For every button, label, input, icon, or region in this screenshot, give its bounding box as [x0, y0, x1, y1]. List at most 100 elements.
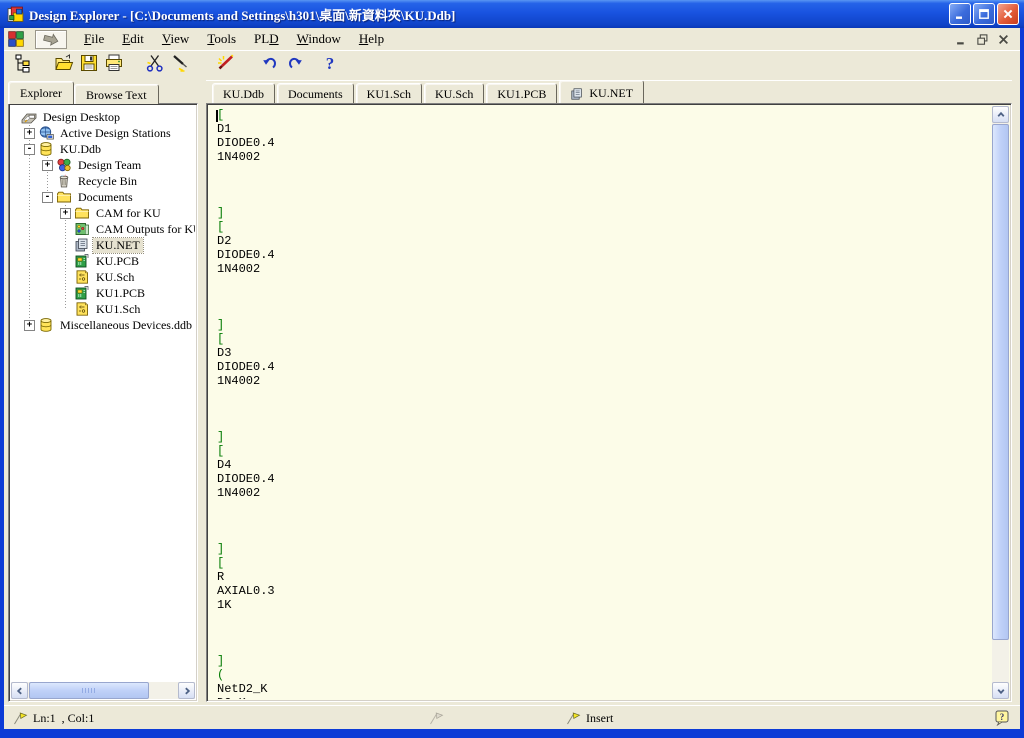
menu-help[interactable]: Help [350, 29, 393, 49]
tree-item-ku1-pcb[interactable]: KU1.PCB [11, 285, 195, 301]
tree-item-design-desktop[interactable]: Design Desktop [11, 109, 195, 125]
scroll-left-button[interactable] [11, 682, 28, 699]
tree-item-label: Active Design Stations [57, 126, 174, 141]
tree-item-miscellaneous-devices-ddb[interactable]: +Miscellaneous Devices.ddb [11, 317, 195, 333]
tree-item-label: KU1.Sch [93, 302, 143, 317]
tree-expander-plus[interactable]: + [60, 208, 71, 219]
scroll-up-button[interactable] [992, 106, 1009, 123]
editor-line: [ [217, 556, 992, 570]
tree-item-label: Recycle Bin [75, 174, 140, 189]
tree-item-label: Design Team [75, 158, 144, 173]
tree-item-cam-for-ku[interactable]: +CAM for KU [11, 205, 195, 221]
design-manager-button[interactable] [10, 53, 35, 78]
tree-expander-plus[interactable]: + [24, 320, 35, 331]
menu-tools[interactable]: Tools [198, 29, 245, 49]
print-button[interactable] [101, 53, 126, 78]
tree-indent [42, 176, 54, 187]
tree-item-documents[interactable]: -Documents [11, 189, 195, 205]
tree-item-ku-ddb[interactable]: - KU.Ddb [11, 141, 195, 157]
help-button[interactable]: ? [317, 53, 342, 78]
menu-window[interactable]: Window [288, 29, 350, 49]
flag-icon [565, 711, 581, 725]
scrollbar-thumb[interactable] [992, 124, 1009, 640]
tree-item-design-team[interactable]: + Design Team [11, 157, 195, 173]
scroll-down-button[interactable] [992, 682, 1009, 699]
document-tab-ku-sch[interactable]: KU.Sch [424, 83, 484, 103]
document-tab-label: KU.Sch [435, 87, 473, 101]
window-border [0, 28, 4, 738]
minimize-button[interactable] [949, 3, 971, 25]
magic-wand-icon [215, 53, 235, 78]
document-tab-ku-ddb[interactable]: KU.Ddb [212, 83, 275, 103]
app-icon [7, 6, 24, 23]
paste-button[interactable] [167, 53, 192, 78]
mdi-close-button[interactable] [995, 32, 1012, 47]
editor-line: ( [217, 668, 992, 682]
save-button[interactable] [76, 53, 101, 78]
vertical-scrollbar[interactable] [992, 106, 1009, 699]
maximize-button[interactable] [973, 3, 995, 25]
menu-items: FileEditViewToolsPLDWindowHelp [75, 29, 393, 49]
tree-item-cam-outputs-for-ku[interactable]: CAM Outputs for KU [11, 221, 195, 237]
editor-line: [ [217, 220, 992, 234]
editor-line: DIODE0.4 [217, 360, 992, 374]
flag-dim-icon [428, 711, 444, 725]
tree-item-ku-net[interactable]: KU.NET [11, 237, 195, 253]
undo-button[interactable] [257, 53, 282, 78]
close-button[interactable] [997, 3, 1019, 25]
tree-item-active-design-stations[interactable]: + Active Design Stations [11, 125, 195, 141]
document-tab-ku-net[interactable]: KU.NET [559, 80, 644, 103]
tree-expander-minus[interactable]: - [24, 144, 35, 155]
tree-item-ku-sch[interactable]: KU.Sch [11, 269, 195, 285]
document-tab-label: Documents [288, 87, 343, 101]
menu-file[interactable]: File [75, 29, 113, 49]
scrollbar-thumb[interactable] [29, 682, 149, 699]
tree-item-ku-pcb[interactable]: KU.PCB [11, 253, 195, 269]
document-tab-ku1-sch[interactable]: KU1.Sch [356, 83, 422, 103]
text-editor[interactable]: [D1DIODE0.41N4002 ][D2DIODE0.41N4002 ][D… [209, 106, 992, 699]
mdi-minimize-button[interactable] [953, 32, 970, 47]
document-tab-ku1-pcb[interactable]: KU1.PCB [486, 83, 557, 103]
redo-button[interactable] [282, 53, 307, 78]
tree-item-ku1-sch[interactable]: KU1.Sch [11, 301, 195, 317]
tree-item-label: KU.Ddb [57, 142, 104, 157]
tree-indent [60, 288, 72, 299]
editor-line [217, 164, 992, 178]
open-button[interactable] [51, 53, 76, 78]
folder-icon [56, 189, 72, 205]
wand-button[interactable] [212, 53, 237, 78]
folder-icon [74, 205, 90, 221]
editor-line [217, 402, 992, 416]
editor-line: ] [217, 430, 992, 444]
status-bar: Ln:1 , Col:1 Insert ? [4, 705, 1020, 729]
scroll-right-button[interactable] [178, 682, 195, 699]
editor-line: D2-K [217, 696, 992, 699]
editor-line [217, 290, 992, 304]
tab-explorer[interactable]: Explorer [8, 81, 74, 104]
editor-line [217, 500, 992, 514]
document-tab-documents[interactable]: Documents [277, 83, 354, 103]
editor-line: R [217, 570, 992, 584]
tree-expander-minus[interactable]: - [42, 192, 53, 203]
menu-view[interactable]: View [153, 29, 198, 49]
tree-item-label: Design Desktop [40, 110, 123, 125]
window-border [1020, 28, 1024, 738]
tree-item-recycle-bin[interactable]: Recycle Bin [11, 173, 195, 189]
sch-icon [74, 301, 90, 317]
editor-line [217, 178, 992, 192]
tree[interactable]: Design Desktop + Active Design Stations - KU… [11, 106, 195, 682]
cut-button[interactable] [142, 53, 167, 78]
menu-pld[interactable]: PLD [245, 29, 288, 49]
horizontal-scrollbar[interactable] [11, 682, 195, 699]
tree-expander-plus[interactable]: + [24, 128, 35, 139]
tree-expander-plus[interactable]: + [42, 160, 53, 171]
document-tab-label: KU.NET [589, 86, 633, 101]
menu-edit[interactable]: Edit [113, 29, 153, 49]
mdi-restore-button[interactable] [974, 32, 991, 47]
menu-app-icon [7, 30, 25, 48]
tree-indent [60, 304, 72, 315]
document-arrow-button[interactable] [35, 30, 67, 49]
tab-browse-text[interactable]: Browse Text [74, 84, 159, 104]
recycle-icon [56, 173, 72, 189]
svg-text:?: ? [1000, 712, 1005, 722]
